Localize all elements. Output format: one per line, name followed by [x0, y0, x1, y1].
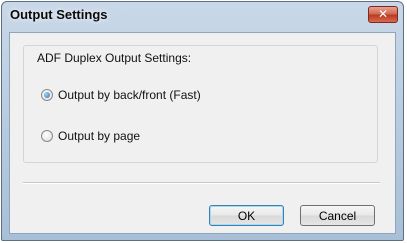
- close-button[interactable]: ✕: [368, 6, 398, 23]
- group-label: ADF Duplex Output Settings:: [37, 51, 192, 65]
- radio-output-by-page[interactable]: Output by page: [41, 129, 140, 143]
- radio-button-unselected[interactable]: [41, 130, 53, 142]
- radio-output-back-front[interactable]: Output by back/front (Fast): [41, 88, 201, 102]
- adf-duplex-group: ADF Duplex Output Settings: Output by ba…: [23, 45, 378, 163]
- cancel-button[interactable]: Cancel: [300, 205, 375, 226]
- radio-button-selected[interactable]: [41, 89, 53, 101]
- radio-label-back-front[interactable]: Output by back/front (Fast): [58, 88, 201, 102]
- output-settings-dialog: Output Settings ✕ ADF Duplex Output Sett…: [1, 1, 404, 241]
- dialog-body: ADF Duplex Output Settings: Output by ba…: [9, 32, 396, 234]
- window-title: Output Settings: [10, 7, 108, 22]
- close-icon: ✕: [377, 7, 389, 21]
- radio-label-by-page[interactable]: Output by page: [58, 129, 140, 143]
- separator: [23, 182, 380, 184]
- ok-button[interactable]: OK: [209, 205, 284, 226]
- title-bar[interactable]: Output Settings ✕: [2, 2, 403, 29]
